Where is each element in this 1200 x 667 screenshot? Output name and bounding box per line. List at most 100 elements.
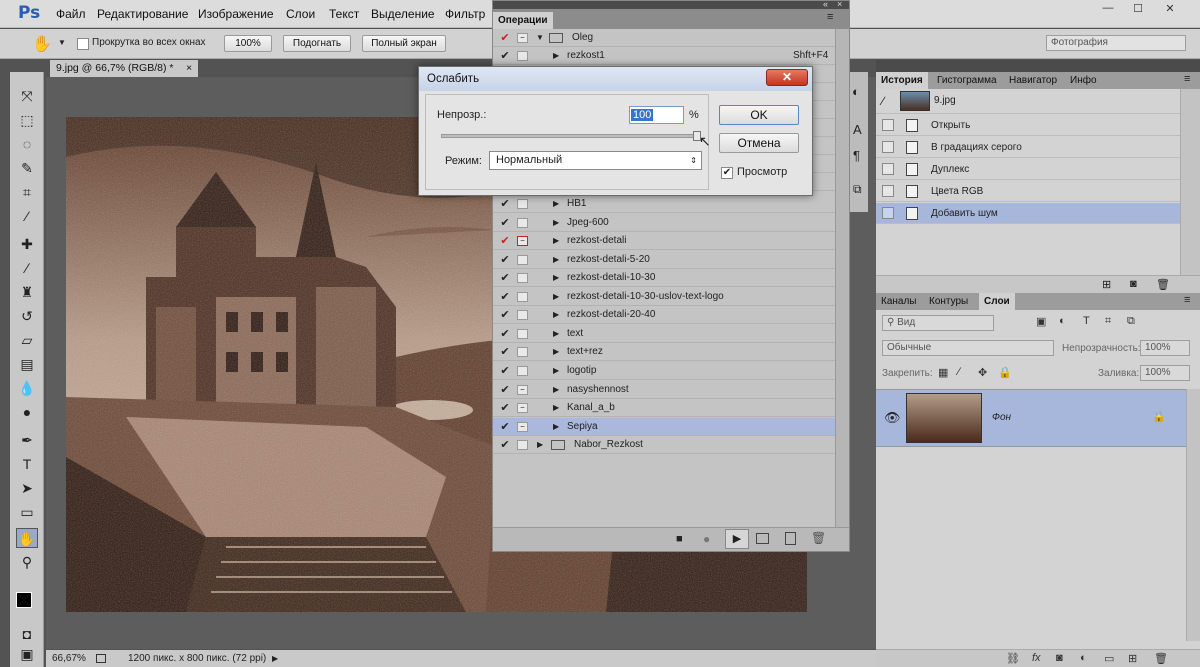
zoom-level[interactable]: 66,67% bbox=[52, 650, 86, 667]
toggle-check-icon[interactable]: ✔ bbox=[499, 288, 511, 306]
zoom-tool-icon[interactable]: ⚲ bbox=[16, 552, 38, 572]
dialog-toggle-box[interactable]: − bbox=[517, 422, 528, 432]
adjustments-icon[interactable]: ◐ bbox=[852, 84, 860, 99]
history-item-selected[interactable]: Добавить шум bbox=[876, 203, 1180, 224]
dodge-tool-icon[interactable]: ● bbox=[16, 402, 38, 422]
toggle-check-icon[interactable]: ✔ bbox=[499, 399, 511, 417]
tab-history[interactable]: История bbox=[876, 72, 928, 89]
toggle-check-icon[interactable]: ✔ bbox=[499, 214, 511, 232]
toggle-check-icon[interactable]: ✔ bbox=[499, 436, 511, 454]
panel-menu-icon[interactable]: ≡ bbox=[1184, 73, 1190, 85]
opacity-input[interactable] bbox=[629, 106, 684, 124]
dialog-toggle-box[interactable] bbox=[517, 292, 528, 302]
lock-position-icon[interactable]: ✥ bbox=[978, 366, 987, 379]
fit-screen-button[interactable]: Подогнать bbox=[283, 35, 351, 52]
expanded-triangle-icon[interactable]: ▼ bbox=[536, 29, 544, 47]
toggle-check-icon[interactable]: ✔ bbox=[499, 306, 511, 324]
chevron-down-icon[interactable]: ▼ bbox=[58, 38, 66, 47]
layer-mask-icon[interactable]: ◙ bbox=[1056, 652, 1063, 664]
record-icon[interactable]: ● bbox=[703, 532, 710, 546]
tab-navigator[interactable]: Навигатор bbox=[1004, 72, 1062, 89]
dialog-title[interactable]: Ослабить bbox=[419, 67, 812, 91]
maximize-button[interactable]: ☐ bbox=[1128, 2, 1148, 16]
collapsed-triangle-icon[interactable]: ▶ bbox=[553, 195, 559, 213]
path-select-tool-icon[interactable]: ➤ bbox=[16, 478, 38, 498]
close-window-button[interactable]: ✕ bbox=[1160, 2, 1180, 16]
screen-mode-icon[interactable]: ▣ bbox=[16, 644, 38, 664]
adjustment-layer-icon[interactable]: ◐ bbox=[1080, 652, 1087, 664]
hand-tool-icon[interactable]: ✋ bbox=[16, 528, 38, 548]
history-item[interactable]: В градациях серого bbox=[876, 137, 1180, 158]
dialog-toggle-box[interactable] bbox=[517, 255, 528, 265]
fullscreen-button[interactable]: Полный экран bbox=[362, 35, 446, 52]
tab-paths[interactable]: Контуры bbox=[924, 293, 973, 310]
action-row[interactable]: ✔ ▶ text bbox=[493, 325, 835, 343]
action-row[interactable]: ✔ ▶ rezkost-detali-10-30 bbox=[493, 269, 835, 287]
eyedropper-tool-icon[interactable]: ⁄ bbox=[16, 206, 38, 226]
action-set-row[interactable]: ✔ − ▼ Oleg bbox=[493, 29, 835, 47]
layer-kind-filter[interactable]: ⚲ Вид bbox=[882, 315, 994, 331]
crop-tool-icon[interactable]: ⌗ bbox=[16, 182, 38, 202]
actions-scrollbar[interactable] bbox=[835, 29, 849, 527]
dialog-toggle-box[interactable] bbox=[517, 218, 528, 228]
camera-snapshot-icon[interactable]: ◙ bbox=[1130, 278, 1137, 290]
menu-image[interactable]: Изображение bbox=[198, 7, 274, 21]
paragraph-icon[interactable]: ¶ bbox=[853, 148, 860, 163]
foreground-color-swatch[interactable] bbox=[16, 592, 32, 608]
menu-layers[interactable]: Слои bbox=[286, 7, 315, 21]
dialog-toggle-box[interactable]: − bbox=[517, 385, 528, 395]
new-document-from-state-icon[interactable]: ⊞ bbox=[1102, 278, 1111, 291]
filter-type-icon[interactable]: T bbox=[1083, 315, 1090, 327]
toggle-check-icon[interactable]: ✔ bbox=[499, 251, 511, 269]
collapsed-triangle-icon[interactable]: ▶ bbox=[553, 306, 559, 324]
collapsed-triangle-icon[interactable]: ▶ bbox=[553, 418, 559, 436]
collapsed-triangle-icon[interactable]: ▶ bbox=[553, 232, 559, 250]
history-source-box[interactable] bbox=[882, 163, 894, 175]
filter-pixel-icon[interactable]: ▣ bbox=[1036, 315, 1046, 328]
new-action-icon[interactable] bbox=[785, 532, 796, 545]
ok-button[interactable]: OK bbox=[719, 105, 799, 125]
collapsed-triangle-icon[interactable]: ▶ bbox=[553, 288, 559, 306]
toggle-check-icon[interactable]: ✔ bbox=[499, 362, 511, 380]
history-source-box[interactable] bbox=[882, 207, 894, 219]
trash-icon[interactable]: 🗑 bbox=[1156, 278, 1170, 291]
toggle-check-icon[interactable]: ✔ bbox=[499, 381, 511, 399]
action-row[interactable]: ✔ − ▶ rezkost-detali bbox=[493, 232, 835, 250]
collapse-icon[interactable]: « bbox=[823, 0, 828, 9]
layer-opacity-input[interactable]: 100% bbox=[1140, 340, 1190, 356]
eye-visibility-icon[interactable]: 👁 bbox=[884, 410, 901, 426]
menu-select[interactable]: Выделение bbox=[371, 7, 435, 21]
history-source-box[interactable] bbox=[882, 119, 894, 131]
shape-tool-icon[interactable]: ▭ bbox=[16, 502, 38, 522]
trash-icon[interactable]: 🗑 bbox=[1154, 652, 1168, 665]
dialog-toggle-box[interactable] bbox=[517, 440, 528, 450]
stamp-tool-icon[interactable]: ♜ bbox=[16, 282, 38, 302]
collapsed-triangle-icon[interactable]: ▶ bbox=[553, 47, 559, 65]
action-row[interactable]: ✔ − ▶ nasyshennost bbox=[493, 381, 835, 399]
toggle-check-icon[interactable]: ✔ bbox=[499, 418, 511, 436]
toggle-check-icon[interactable]: ✔ bbox=[499, 232, 511, 250]
history-item[interactable]: Открыть bbox=[876, 115, 1180, 136]
history-snapshot[interactable]: ∕ 9.jpg bbox=[876, 89, 1180, 114]
toggle-check-icon[interactable]: ✔ bbox=[499, 47, 511, 65]
menu-file[interactable]: Файл bbox=[56, 7, 86, 21]
dialog-toggle-box[interactable]: − bbox=[517, 33, 528, 43]
toggle-check-icon[interactable]: ✔ bbox=[499, 343, 511, 361]
lock-all-icon[interactable]: 🔒 bbox=[998, 366, 1012, 379]
document-tab[interactable]: 9.jpg @ 66,7% (RGB/8) * × bbox=[50, 60, 198, 77]
clone-source-icon[interactable]: ⧉ bbox=[853, 182, 862, 197]
cancel-button[interactable]: Отмена bbox=[719, 133, 799, 153]
opacity-slider-track[interactable] bbox=[441, 134, 698, 138]
menu-edit[interactable]: Редактирование bbox=[97, 7, 188, 21]
tab-layers[interactable]: Слои bbox=[979, 293, 1015, 310]
stop-icon[interactable]: ■ bbox=[676, 533, 683, 545]
filter-smart-object-icon[interactable]: ⧉ bbox=[1127, 315, 1135, 328]
dialog-toggle-box[interactable] bbox=[517, 199, 528, 209]
menu-type[interactable]: Текст bbox=[329, 7, 359, 21]
history-item[interactable]: Цвета RGB bbox=[876, 181, 1180, 202]
blur-tool-icon[interactable]: 💧 bbox=[16, 378, 38, 398]
collapsed-triangle-icon[interactable]: ▶ bbox=[553, 343, 559, 361]
history-source-box[interactable] bbox=[882, 141, 894, 153]
healing-brush-tool-icon[interactable]: ✚ bbox=[16, 234, 38, 254]
dialog-toggle-box[interactable] bbox=[517, 51, 528, 61]
